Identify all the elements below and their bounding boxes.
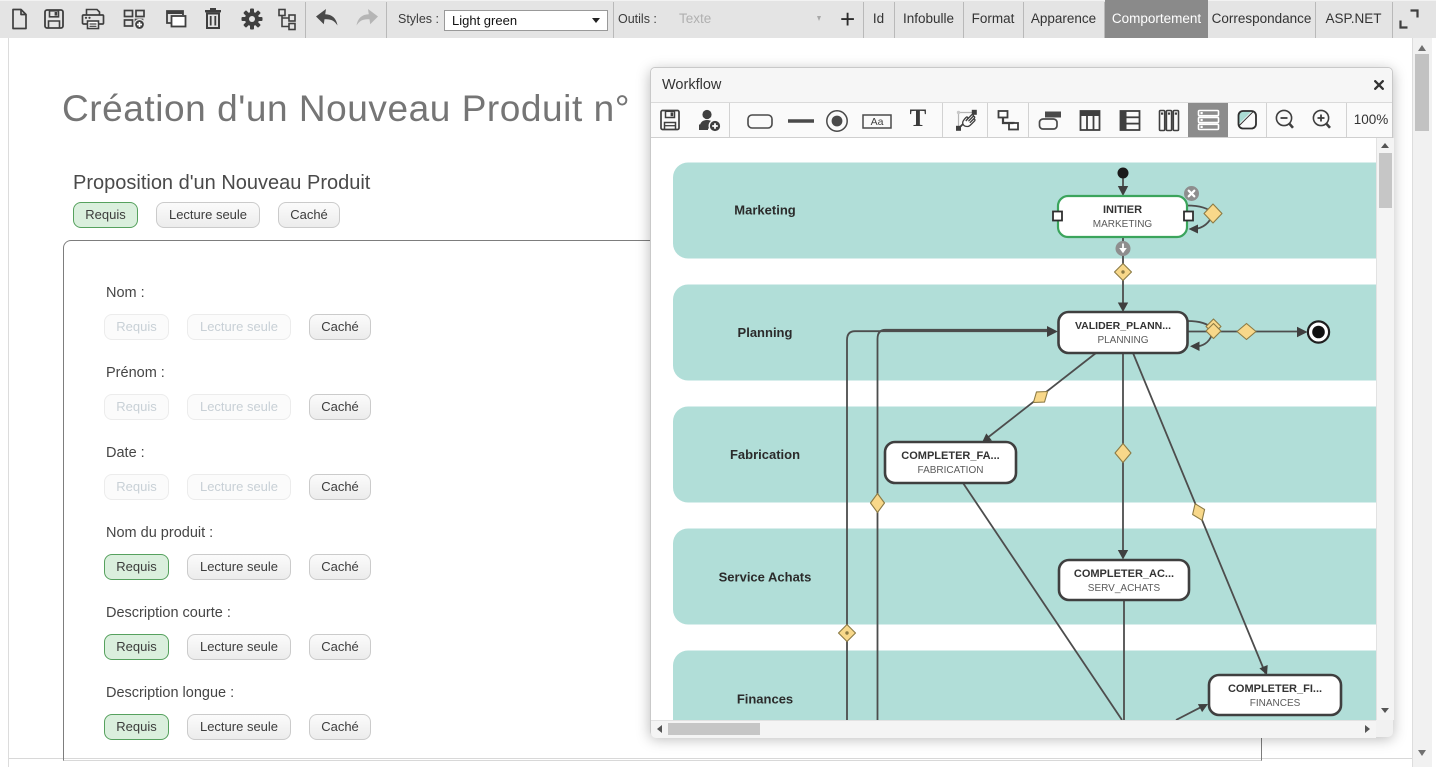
- svg-text:PLANNING: PLANNING: [1097, 335, 1148, 346]
- svg-text:Aa: Aa: [871, 116, 884, 128]
- svg-text:SERV_ACHATS: SERV_ACHATS: [1088, 583, 1161, 594]
- svg-text:Planning: Planning: [738, 325, 793, 340]
- svg-text:FABRICATION: FABRICATION: [918, 465, 984, 476]
- svg-text:Marketing: Marketing: [734, 203, 795, 218]
- svg-text:FINANCES: FINANCES: [1250, 698, 1301, 709]
- svg-text:COMPLETER_FI...: COMPLETER_FI...: [1228, 683, 1322, 695]
- svg-text:MARKETING: MARKETING: [1093, 219, 1153, 230]
- svg-text:Fabrication: Fabrication: [730, 447, 800, 462]
- svg-text:VALIDER_PLANN...: VALIDER_PLANN...: [1075, 320, 1171, 332]
- svg-text:COMPLETER_AC...: COMPLETER_AC...: [1074, 568, 1174, 580]
- svg-text:Service Achats: Service Achats: [719, 570, 812, 585]
- svg-text:INITIER: INITIER: [1103, 204, 1142, 216]
- svg-text:Finances: Finances: [737, 692, 793, 707]
- svg-text:COMPLETER_FA...: COMPLETER_FA...: [901, 450, 999, 462]
